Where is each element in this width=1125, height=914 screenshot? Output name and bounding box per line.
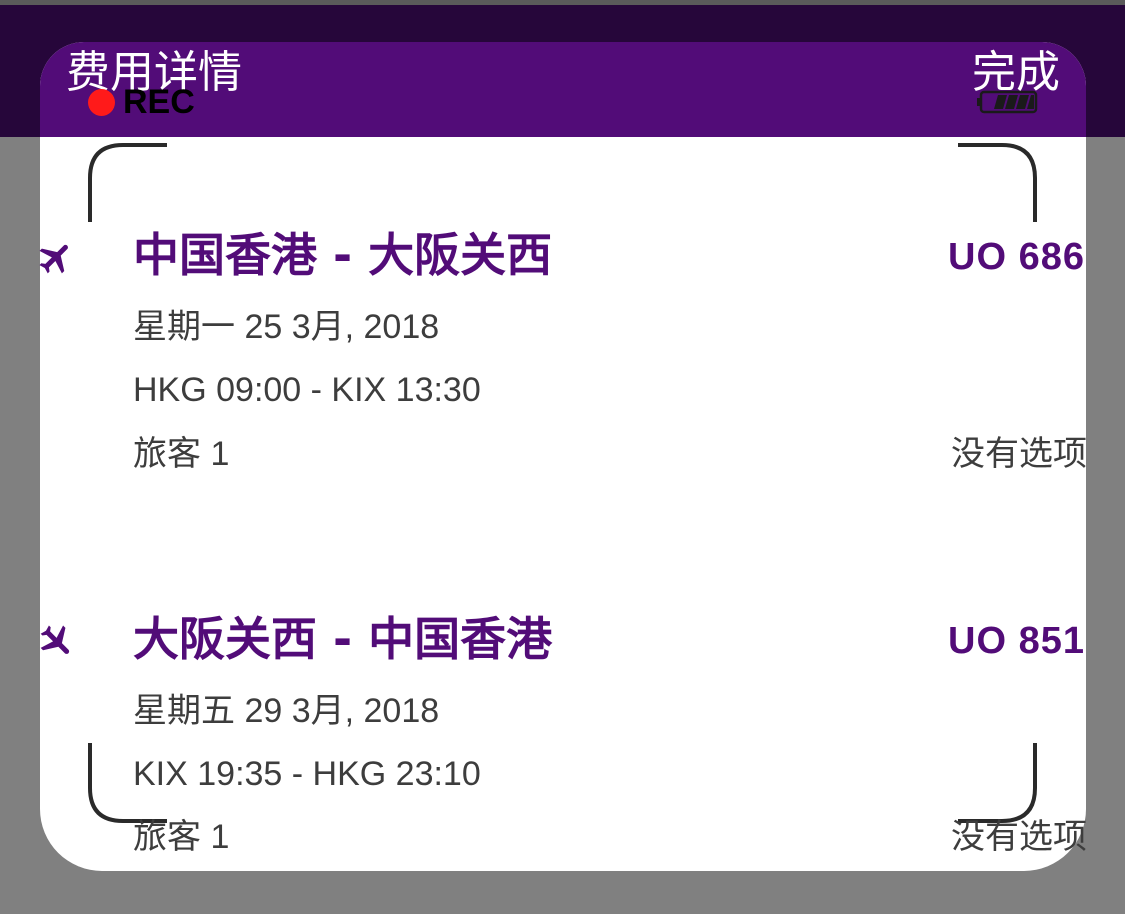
rec-label: REC [123, 83, 195, 121]
airplane-icon [39, 244, 68, 274]
airplane-icon [40, 625, 70, 654]
viewfinder-corner-top-left [88, 143, 167, 222]
rec-dot-icon [88, 89, 115, 116]
flight-route: 中国香港 - 大阪关西 [133, 228, 553, 282]
passenger-count: 旅客 1 [133, 435, 230, 473]
passenger-count: 旅客 1 [133, 818, 230, 856]
flight-date: 星期五 29 3月, 2018 [133, 692, 440, 730]
flight-options: 没有选项 [951, 434, 1087, 474]
viewfinder-corner-bottom-right [958, 743, 1037, 823]
battery-icon [977, 90, 1038, 114]
flight-times: KIX 19:35 - HKG 23:10 [133, 755, 481, 793]
flight-number: UO 851 [948, 620, 1085, 662]
viewfinder-corner-top-right [958, 143, 1037, 222]
flight-number: UO 686 [948, 236, 1085, 278]
flight-options: 没有选项 [951, 817, 1087, 857]
flight-route: 大阪关西 - 中国香港 [133, 612, 553, 666]
flight-times: HKG 09:00 - KIX 13:30 [133, 371, 481, 409]
flight-date: 星期一 25 3月, 2018 [133, 308, 440, 346]
